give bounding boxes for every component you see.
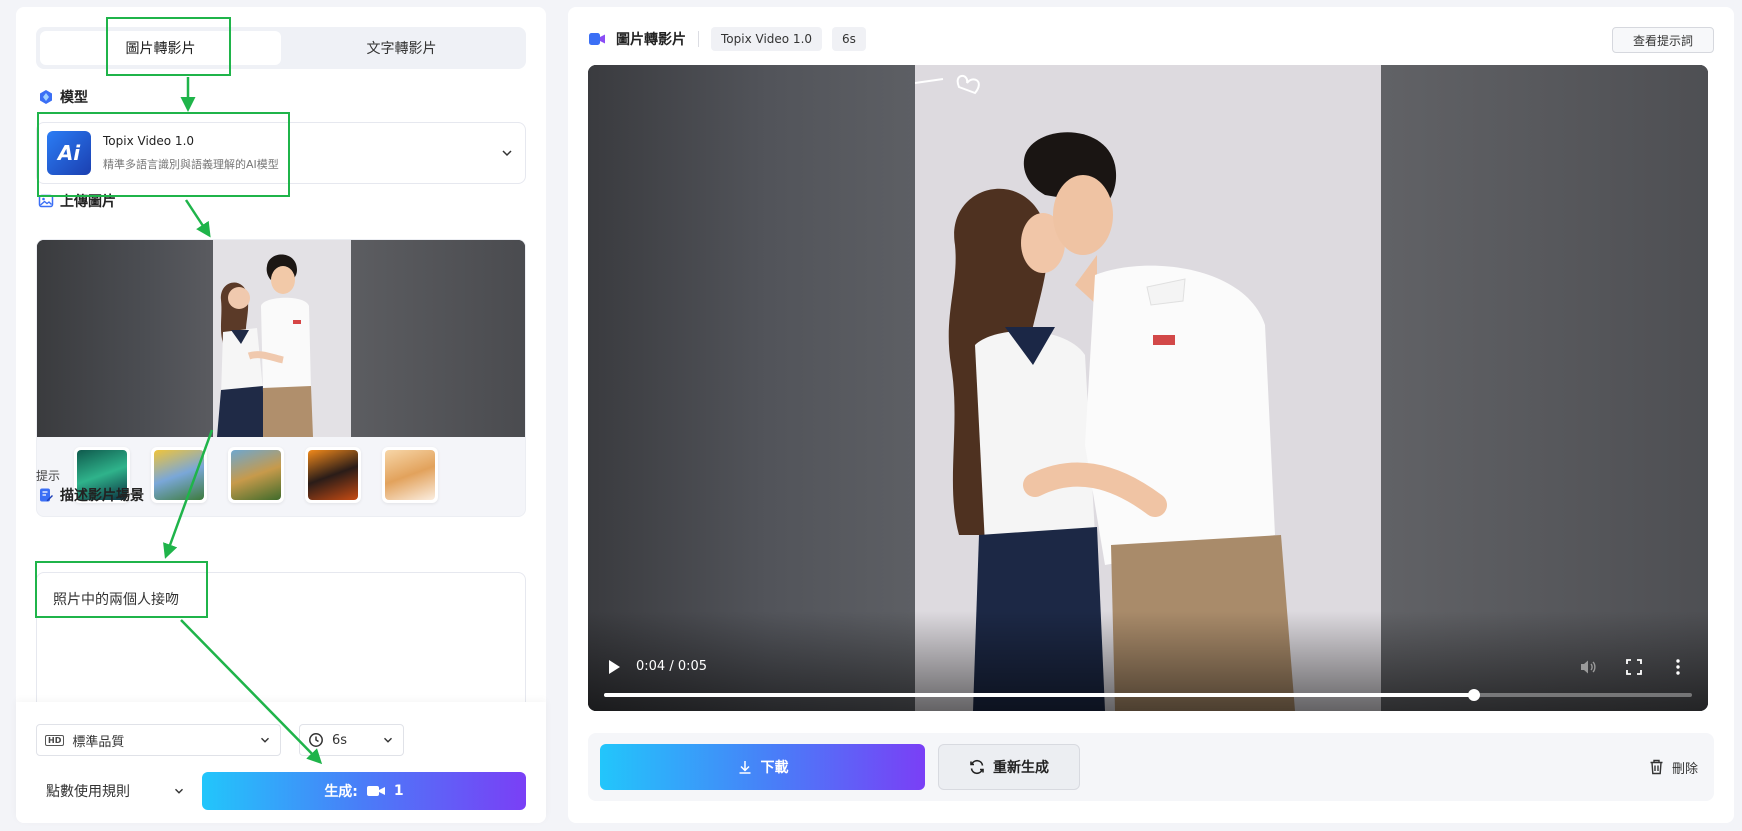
model-tag: Topix Video 1.0 xyxy=(711,27,823,51)
generate-cost: 1 xyxy=(393,783,404,799)
fullscreen-icon[interactable] xyxy=(1624,657,1644,677)
generate-button[interactable]: 生成: 1 xyxy=(202,772,526,810)
perfume-bottle-thumbnail[interactable] xyxy=(305,447,362,503)
hd-icon: HD xyxy=(45,734,65,746)
scene-description-textarea[interactable]: 照片中的兩個人接吻 xyxy=(36,572,526,712)
points-rule-label: 點數使用規則 xyxy=(46,784,130,800)
generate-bar: HD 標準品質 6s 點數使用規則 生成: 1 xyxy=(16,702,546,823)
model-logo: Ai xyxy=(47,131,91,175)
delete-button[interactable]: 刪除 xyxy=(1649,754,1698,780)
download-icon xyxy=(739,761,750,774)
refresh-icon xyxy=(970,759,984,775)
trash-icon xyxy=(1650,759,1663,775)
model-selector[interactable]: Ai Topix Video 1.0 精準多語言識別與語義理解的AI模型 xyxy=(36,122,526,184)
model-name: Topix Video 1.0 xyxy=(103,134,195,148)
result-title: 圖片轉影片 xyxy=(616,32,686,48)
play-icon[interactable] xyxy=(604,657,624,677)
video-player[interactable]: 0:04 / 0:05 xyxy=(588,65,1708,711)
chevron-down-icon xyxy=(502,150,512,157)
uploaded-photo xyxy=(213,240,351,437)
delete-label: 刪除 xyxy=(1671,761,1698,777)
result-header: 圖片轉影片 Topix Video 1.0 6s xyxy=(588,27,866,51)
duration-value: 6s xyxy=(332,732,348,748)
blurred-backdrop-left xyxy=(37,240,213,437)
more-options-icon[interactable] xyxy=(1668,657,1688,677)
lego-figure-thumbnail[interactable] xyxy=(151,447,208,503)
cat-thumbnail[interactable] xyxy=(382,447,439,503)
video-camera-icon xyxy=(366,786,385,796)
video-seek-bar[interactable] xyxy=(604,689,1692,701)
video-camera-icon xyxy=(589,33,605,45)
clock-icon xyxy=(309,733,323,747)
tab-text-to-video[interactable]: 文字轉影片 xyxy=(281,31,522,65)
video-time: 0:04 / 0:05 xyxy=(636,659,708,674)
tab-image-to-video[interactable]: 圖片轉影片 xyxy=(40,31,281,65)
model-icon xyxy=(37,89,54,106)
blurred-backdrop-right xyxy=(351,240,525,437)
view-prompt-button[interactable]: 查看提示詞 xyxy=(1611,27,1714,53)
describe-section-label: 描述影片場景 xyxy=(37,485,144,505)
uploaded-image-preview xyxy=(37,240,525,437)
image-icon xyxy=(37,193,54,210)
header-divider xyxy=(698,31,699,47)
seek-progress xyxy=(604,693,1475,697)
mode-tabs: 圖片轉影片 文字轉影片 xyxy=(36,27,526,69)
model-label: 模型 xyxy=(60,90,88,106)
regenerate-button[interactable]: 重新生成 xyxy=(938,744,1080,790)
duration-tag: 6s xyxy=(832,27,866,51)
download-button[interactable]: 下載 xyxy=(600,744,925,790)
edit-document-icon xyxy=(37,487,54,504)
model-info: Topix Video 1.0 精準多語言識別與語義理解的AI模型 xyxy=(103,134,499,172)
video-controls: 0:04 / 0:05 xyxy=(588,641,1708,711)
right-panel: 圖片轉影片 Topix Video 1.0 6s 查看提示詞 0:04 / 0:… xyxy=(568,7,1734,823)
points-rule-dropdown[interactable]: 點數使用規則 xyxy=(46,772,186,810)
result-actions: 下載 重新生成 刪除 xyxy=(588,733,1714,801)
chevron-down-icon xyxy=(261,737,269,743)
motocross-thumbnail[interactable] xyxy=(228,447,285,503)
download-label: 下載 xyxy=(760,760,789,776)
seek-handle[interactable] xyxy=(1468,689,1481,701)
chevron-down-icon xyxy=(175,788,183,794)
scene-description-text: 照片中的兩個人接吻 xyxy=(53,592,179,608)
quality-value: 標準品質 xyxy=(72,734,125,750)
volume-icon[interactable] xyxy=(1578,657,1598,677)
upload-label: 上傳圖片 xyxy=(60,194,116,210)
quality-select[interactable]: HD 標準品質 xyxy=(36,724,281,756)
left-panel: 圖片轉影片 文字轉影片 模型 Ai Topix Video 1.0 精準多語言識… xyxy=(16,7,546,823)
regenerate-label: 重新生成 xyxy=(993,760,1049,776)
model-description: 精準多語言識別與語義理解的AI模型 xyxy=(103,158,279,171)
duration-select[interactable]: 6s xyxy=(299,724,404,756)
generate-label: 生成: xyxy=(324,784,358,800)
describe-label: 描述影片場景 xyxy=(60,488,144,504)
model-section-label: 模型 xyxy=(37,87,88,107)
upload-section-label: 上傳圖片 xyxy=(37,191,116,211)
chevron-down-icon xyxy=(384,737,392,743)
hint-label: 提示 xyxy=(36,468,61,483)
